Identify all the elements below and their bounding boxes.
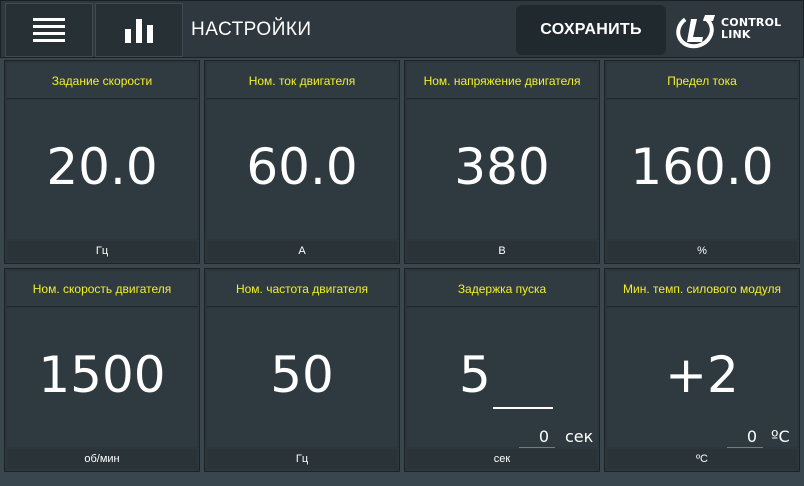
bar-chart-icon [125, 19, 153, 43]
control-link-logo: CONTROL LINK [675, 9, 799, 51]
min-temp-input[interactable]: 0 [743, 427, 757, 447]
input-underline [727, 447, 763, 448]
card-unit: А [207, 241, 397, 261]
card-start-delay[interactable]: Задержка пуска 5 0 сек сек [404, 268, 600, 472]
card-value: 1500 [38, 346, 166, 404]
card-motor-frequency[interactable]: Ном. частота двигателя 50 Гц [204, 268, 400, 472]
edit-cursor [493, 407, 553, 409]
card-value: 50 [270, 346, 334, 404]
card-value: 60.0 [246, 138, 358, 196]
card-min-module-temp[interactable]: Мин. темп. силового модуля +2 0 ºC ºC [604, 268, 800, 472]
card-unit: Гц [207, 449, 397, 469]
card-motor-speed[interactable]: Ном. скорость двигателя 1500 об/мин [4, 268, 200, 472]
card-speed-setpoint[interactable]: Задание скорости 20.0 Гц [4, 60, 200, 264]
card-unit: сек [407, 449, 597, 469]
card-value: +2 [665, 346, 739, 404]
card-body: 60.0 [207, 101, 397, 239]
card-body: 380 [407, 101, 597, 239]
settings-grid: Задание скорости 20.0 Гц Ном. ток двигат… [4, 60, 804, 484]
card-value: 380 [454, 138, 550, 196]
card-unit: об/мин [7, 449, 197, 469]
card-body: 20.0 [7, 101, 197, 239]
input-unit: сек [565, 427, 594, 446]
card-body: 5 0 сек [407, 309, 597, 448]
card-title: Ном. скорость двигателя [7, 271, 197, 307]
menu-button[interactable] [5, 3, 93, 57]
card-body: +2 0 ºC [607, 309, 797, 448]
top-bar: НАСТРОЙКИ СОХРАНИТЬ CONTROL LINK [0, 0, 804, 58]
card-title: Задание скорости [7, 63, 197, 99]
card-value: 20.0 [46, 138, 158, 196]
save-button[interactable]: СОХРАНИТЬ [516, 5, 666, 55]
card-title: Мин. темп. силового модуля [607, 271, 797, 307]
chart-button[interactable] [95, 3, 183, 57]
card-unit: % [607, 241, 797, 261]
card-unit: Гц [7, 241, 197, 261]
card-title: Задержка пуска [407, 271, 597, 307]
card-motor-current[interactable]: Ном. ток двигателя 60.0 А [204, 60, 400, 264]
card-current-limit[interactable]: Предел тока 160.0 % [604, 60, 800, 264]
card-value: 5 [459, 346, 491, 404]
card-title: Ном. ток двигателя [207, 63, 397, 99]
card-body: 1500 [7, 309, 197, 447]
card-title: Ном. напряжение двигателя [407, 63, 597, 99]
page-title: НАСТРОЙКИ [191, 19, 312, 40]
card-motor-voltage[interactable]: Ном. напряжение двигателя 380 В [404, 60, 600, 264]
card-unit: В [407, 241, 597, 261]
card-value: 160.0 [630, 138, 774, 196]
card-title: Предел тока [607, 63, 797, 99]
card-body: 50 [207, 309, 397, 447]
card-body: 160.0 [607, 101, 797, 239]
logo-text-line2: LINK [721, 28, 751, 41]
card-title: Ном. частота двигателя [207, 271, 397, 307]
input-unit: ºC [771, 427, 790, 446]
start-delay-input[interactable]: 0 [535, 427, 549, 447]
hamburger-icon [33, 18, 65, 42]
card-unit: ºC [607, 449, 797, 469]
logo-mark-icon [676, 13, 715, 49]
input-underline [519, 447, 555, 448]
